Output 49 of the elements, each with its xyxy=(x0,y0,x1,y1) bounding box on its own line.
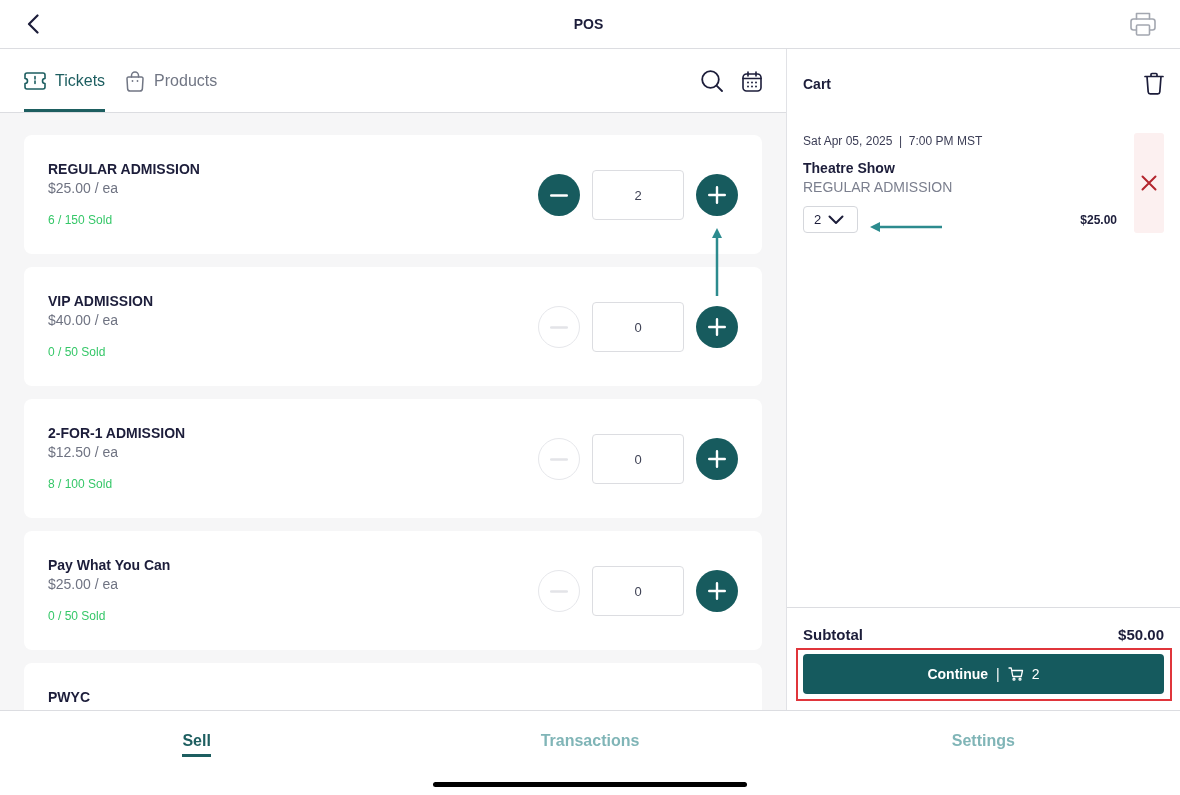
quantity-field[interactable]: 0 xyxy=(592,434,684,484)
event-name: Theatre Show xyxy=(803,159,896,177)
category-tab[interactable]: Products xyxy=(125,49,218,112)
ticket-name: PWYC xyxy=(48,688,90,706)
bag-icon xyxy=(125,69,146,92)
ticket-type: REGULAR ADMISSION xyxy=(803,178,954,197)
remove-item-button[interactable] xyxy=(1134,133,1164,233)
ticket-price: $25.00 / ea xyxy=(48,575,120,594)
close-icon xyxy=(1141,175,1157,191)
cart-title: Cart xyxy=(803,75,831,92)
event-datetime: Sat Apr 05, 2025 | 7:00 PM MST xyxy=(803,133,984,149)
continue-button[interactable]: Continue | 2 xyxy=(803,654,1164,694)
search-icon[interactable] xyxy=(701,70,723,92)
plus-icon xyxy=(708,318,726,336)
sold-count: 0 / 50 Sold xyxy=(48,608,107,624)
quantity-field[interactable]: 0 xyxy=(592,566,684,616)
plus-icon xyxy=(708,582,726,600)
subtotal-value: $50.00 xyxy=(1118,625,1164,645)
ticket-price: $25.00 / ea xyxy=(48,179,120,198)
ticket-price: $40.00 / ea xyxy=(48,311,120,330)
ticket-name: Pay What You Can xyxy=(48,556,171,574)
ticket-price: $12.50 / ea xyxy=(48,443,120,462)
sold-count: 6 / 150 Sold xyxy=(48,212,114,228)
plus-icon xyxy=(708,450,726,468)
quantity-field[interactable]: 2 xyxy=(592,170,684,220)
sold-count: 8 / 100 Sold xyxy=(48,476,114,492)
minus-icon xyxy=(550,193,568,197)
ticket-name: 2-FOR-1 ADMISSION xyxy=(48,424,186,442)
back-icon[interactable] xyxy=(27,14,39,34)
ticket-icon xyxy=(24,71,46,90)
plus-icon xyxy=(708,186,726,204)
ticket-name: VIP ADMISSION xyxy=(48,292,154,310)
trash-icon[interactable] xyxy=(1144,72,1164,95)
subtotal-label: Subtotal xyxy=(803,625,863,645)
increment-button[interactable] xyxy=(696,438,738,480)
increment-button[interactable] xyxy=(696,306,738,348)
ticket-name: REGULAR ADMISSION xyxy=(48,160,200,178)
calendar-icon[interactable] xyxy=(742,70,762,92)
quantity-field[interactable]: 0 xyxy=(592,302,684,352)
increment-button[interactable] xyxy=(696,570,738,612)
decrement-button[interactable] xyxy=(538,174,580,216)
cart-icon xyxy=(1007,667,1024,681)
sold-count: 0 / 50 Sold xyxy=(48,344,107,360)
increment-button[interactable] xyxy=(696,174,738,216)
page-title: POS xyxy=(572,16,604,32)
nav-tab[interactable]: Sell xyxy=(182,731,211,757)
quantity-dropdown[interactable]: 2 xyxy=(803,206,858,233)
chevron-down-icon xyxy=(828,214,845,225)
item-price: $25.00 xyxy=(1080,212,1117,227)
